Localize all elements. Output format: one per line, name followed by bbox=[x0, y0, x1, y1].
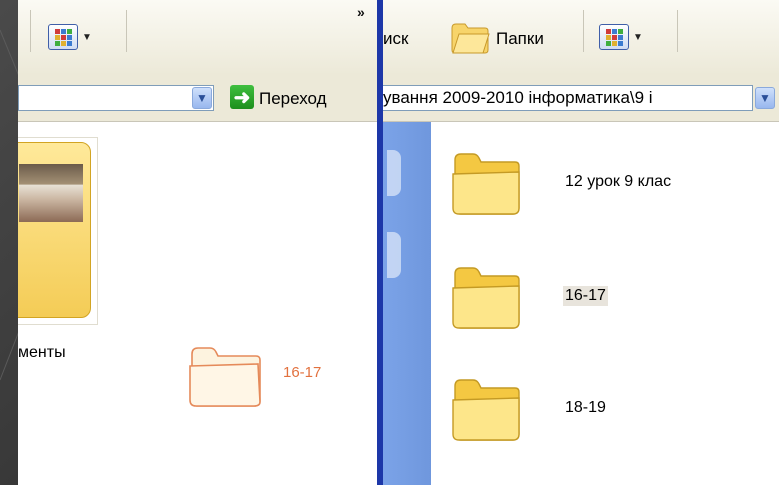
folder-name: 18-19 bbox=[565, 399, 606, 416]
go-button-label[interactable]: Переход bbox=[259, 89, 327, 109]
address-input[interactable] bbox=[18, 85, 214, 111]
folder-label[interactable]: менты bbox=[18, 344, 66, 362]
folder-item-selected[interactable]: 16-17 bbox=[451, 256, 779, 336]
task-pane-tab[interactable] bbox=[387, 232, 401, 278]
toolbar-separator bbox=[30, 10, 31, 52]
address-dropdown-button[interactable]: ▼ bbox=[192, 87, 212, 109]
search-button[interactable]: иск bbox=[383, 29, 408, 49]
toolbar-separator bbox=[126, 10, 127, 52]
folder-name: 12 урок 9 клас bbox=[565, 173, 672, 190]
right-explorer-window: иск Папки ▼ ування 2009-2010 інформатика… bbox=[383, 0, 779, 485]
right-address-bar: ування 2009-2010 інформатика\9 і ▼ bbox=[383, 75, 779, 122]
toolbar-separator bbox=[677, 10, 678, 52]
left-toolbar: ▼ » bbox=[18, 0, 380, 76]
views-button[interactable]: ▼ bbox=[599, 22, 663, 52]
dropdown-arrow-icon: ▼ bbox=[82, 31, 92, 43]
left-address-bar: ▼ ➜ Переход bbox=[18, 75, 380, 122]
address-input[interactable]: ування 2009-2010 інформатика\9 і bbox=[383, 85, 753, 111]
views-icon bbox=[48, 24, 78, 50]
go-arrow-icon[interactable]: ➜ bbox=[230, 85, 254, 109]
chevron-right-icon[interactable]: » bbox=[357, 4, 365, 20]
folder-item[interactable]: 12 урок 9 клас bbox=[451, 142, 779, 222]
right-content-area: 12 урок 9 клас 16-17 18-19 bbox=[431, 122, 779, 485]
folder-icon bbox=[452, 267, 520, 329]
folder-thumbnail-photo bbox=[19, 164, 83, 222]
dragged-folder-icon[interactable] bbox=[186, 344, 264, 410]
left-explorer-window: ▼ » ▼ ➜ Переход менты 16-17 bbox=[18, 0, 380, 485]
address-dropdown-button[interactable]: ▼ bbox=[755, 87, 775, 109]
dropdown-arrow-icon: ▼ bbox=[633, 31, 643, 43]
left-content-area: менты 16-17 bbox=[18, 122, 380, 485]
folder-icon bbox=[452, 379, 520, 441]
address-text: ування 2009-2010 інформатика\9 і bbox=[383, 88, 653, 107]
folder-icon bbox=[452, 153, 520, 215]
documents-folder-icon[interactable] bbox=[18, 137, 98, 325]
right-toolbar: иск Папки ▼ bbox=[383, 0, 779, 76]
toolbar-separator bbox=[583, 10, 584, 52]
folder-name: 16-17 bbox=[563, 286, 608, 306]
folders-icon[interactable] bbox=[449, 20, 491, 56]
folder-item[interactable]: 18-19 bbox=[451, 368, 779, 448]
dragged-folder-label: 16-17 bbox=[283, 364, 322, 381]
views-icon bbox=[599, 24, 629, 50]
folders-button[interactable]: Папки bbox=[496, 29, 544, 49]
task-pane-tab[interactable] bbox=[387, 150, 401, 196]
task-pane bbox=[383, 122, 431, 485]
views-button[interactable]: ▼ bbox=[48, 22, 112, 52]
